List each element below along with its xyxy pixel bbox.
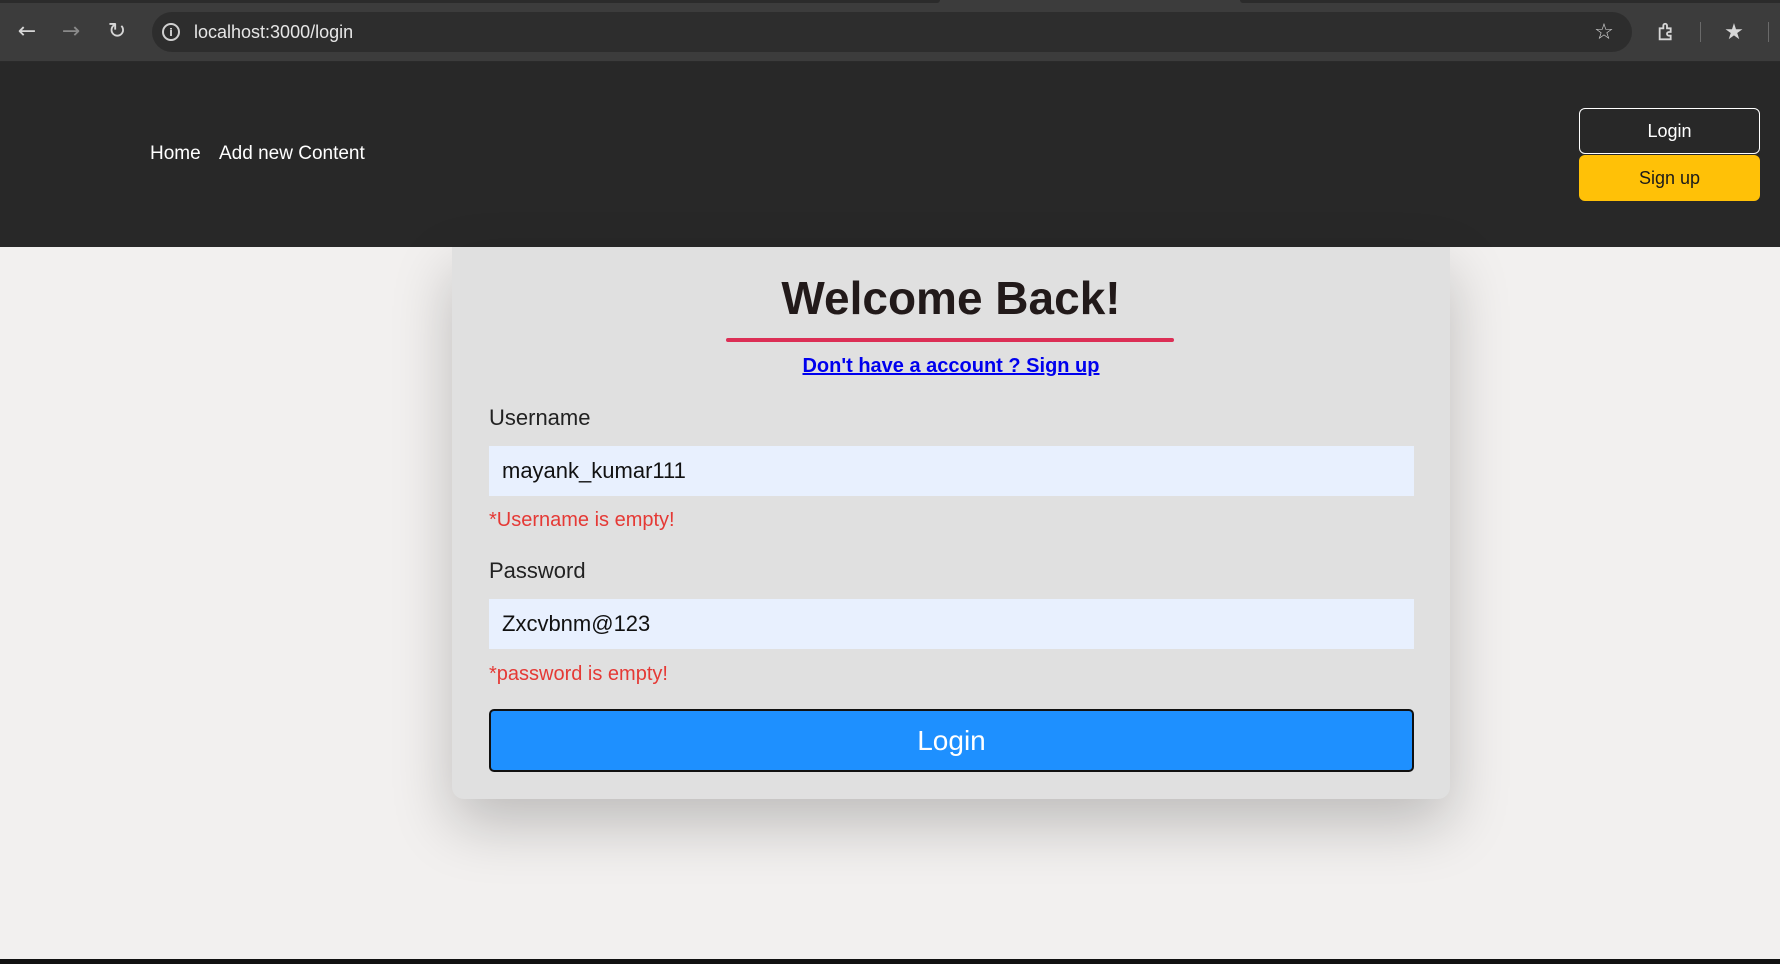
password-input[interactable] — [489, 599, 1414, 649]
password-error: *password is empty! — [489, 663, 668, 685]
toolbar-divider-right — [1768, 22, 1769, 42]
password-label: Password — [489, 558, 586, 583]
nav-link-add-content[interactable]: Add new Content — [219, 143, 365, 165]
reload-icon[interactable]: ↻ — [100, 14, 134, 48]
back-arrow-icon[interactable]: ← — [10, 14, 44, 48]
header-login-button[interactable]: Login — [1579, 108, 1760, 154]
page-bottom-strip — [0, 964, 1780, 970]
extensions-icon[interactable] — [1651, 16, 1683, 48]
site-navbar: Home Add new Content Login Sign up — [0, 62, 1780, 247]
address-bar[interactable]: i localhost:3000/login — [152, 12, 1632, 52]
username-error: *Username is empty! — [489, 509, 675, 531]
title-underline — [726, 338, 1174, 342]
signup-link[interactable]: Don't have a account ? Sign up — [452, 355, 1450, 378]
nav-link-home[interactable]: Home — [150, 143, 201, 165]
header-signup-button[interactable]: Sign up — [1579, 155, 1760, 201]
url-text[interactable]: localhost:3000/login — [194, 22, 353, 43]
browser-toolbar: ← → ↻ i localhost:3000/login ☆ ★ — [0, 0, 1780, 62]
forward-arrow-icon[interactable]: → — [54, 14, 88, 48]
tab-strip-right — [1240, 0, 1780, 3]
bookmarks-icon[interactable]: ★ — [1718, 16, 1750, 48]
login-card: Welcome Back! Don't have a account ? Sig… — [452, 247, 1450, 799]
username-label: Username — [489, 405, 591, 430]
info-icon[interactable]: i — [162, 23, 180, 41]
username-input[interactable] — [489, 446, 1414, 496]
star-icon[interactable]: ☆ — [1588, 16, 1620, 48]
tab-strip-left — [0, 0, 940, 3]
page-title: Welcome Back! — [781, 272, 1121, 324]
login-submit-button[interactable]: Login — [489, 709, 1414, 772]
toolbar-divider — [1700, 22, 1701, 42]
